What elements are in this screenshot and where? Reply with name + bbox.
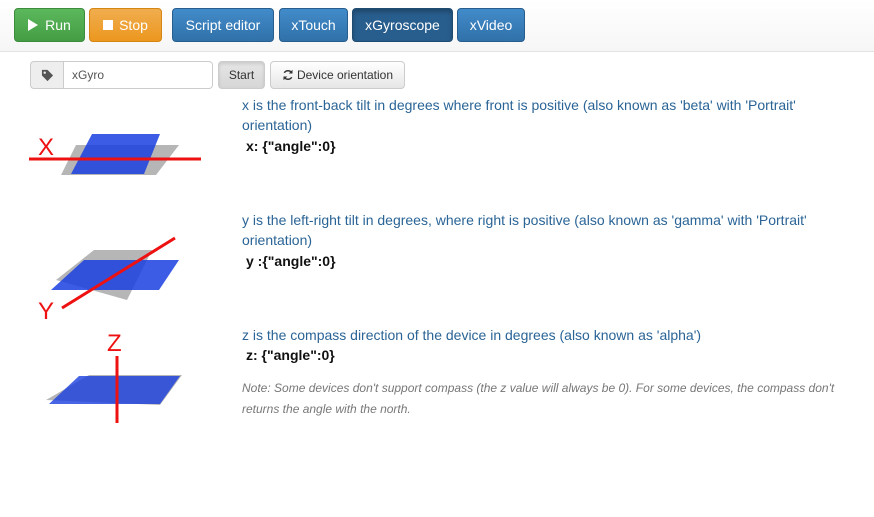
device-orientation-label: Device orientation: [296, 68, 394, 82]
x-axis-letter: X: [38, 134, 54, 161]
stop-icon: [103, 20, 114, 30]
refresh-icon: [283, 69, 293, 81]
top-toolbar: Run Stop Script editor xTouch xGyroscope…: [0, 0, 874, 52]
y-value: y :{"angle":0}: [246, 253, 336, 269]
device-orientation-button[interactable]: Device orientation: [270, 61, 405, 89]
run-button[interactable]: Run: [14, 8, 85, 42]
z-device-plane: [49, 376, 180, 404]
x-tilt-illustration: X: [29, 134, 201, 175]
run-label: Run: [45, 17, 71, 33]
tag-icon: [41, 69, 53, 81]
tag-icon-addon: [30, 61, 63, 89]
script-editor-button[interactable]: Script editor: [172, 8, 274, 42]
stop-label: Stop: [119, 17, 148, 33]
z-axis-letter: Z: [107, 330, 122, 357]
name-input[interactable]: [63, 61, 213, 89]
xtouch-button[interactable]: xTouch: [279, 8, 348, 42]
xvideo-button[interactable]: xVideo: [457, 8, 525, 42]
z-tilt-illustration: Z: [46, 330, 182, 423]
start-button[interactable]: Start: [218, 61, 265, 89]
z-value: z: {"angle":0}: [246, 347, 335, 363]
y-tilt-illustration: Y: [38, 236, 179, 325]
xgyroscope-button[interactable]: xGyroscope: [352, 8, 453, 42]
y-axis-letter: Y: [38, 298, 54, 325]
stop-button[interactable]: Stop: [89, 8, 162, 42]
compass-note: Note: Some devices don't support compass…: [242, 381, 835, 416]
y-description: y is the left-right tilt in degrees, whe…: [242, 212, 807, 248]
x-value: x: {"angle":0}: [246, 138, 336, 154]
z-description: z is the compass direction of the device…: [242, 327, 702, 343]
play-icon: [28, 19, 39, 31]
x-description: x is the front-back tilt in degrees wher…: [242, 97, 796, 133]
